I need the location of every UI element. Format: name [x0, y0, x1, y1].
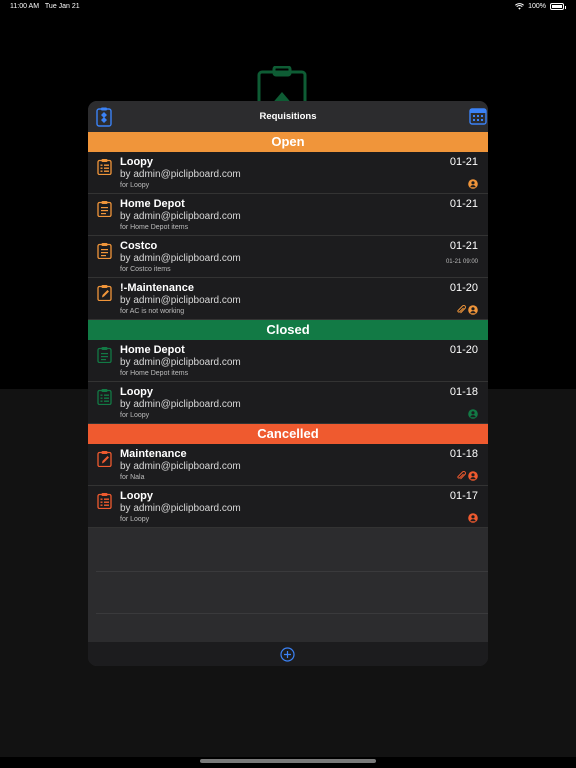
clipboard-icon [97, 243, 112, 259]
requisition-badges [468, 409, 478, 419]
requisition-row[interactable]: Loopy by admin@piclipboard.com for Loopy 01… [88, 382, 488, 424]
requisition-row[interactable]: Loopy by admin@piclipboard.com for Loopy 01… [88, 152, 488, 194]
person-icon [468, 409, 478, 419]
add-requisition-button[interactable] [280, 647, 295, 662]
requisition-author: by admin@piclipboard.com [120, 169, 241, 180]
requisition-author: by admin@piclipboard.com [120, 503, 241, 514]
requisition-author: by admin@piclipboard.com [120, 399, 241, 410]
list-clipboard-icon [97, 493, 112, 509]
calendar-icon[interactable] [469, 107, 487, 125]
requisition-title: !-Maintenance [120, 282, 194, 294]
requisition-author: by admin@piclipboard.com [120, 357, 241, 368]
requisition-row[interactable]: Loopy by admin@piclipboard.com for Loopy 01… [88, 486, 488, 528]
section-header-cancelled: Cancelled [88, 424, 488, 444]
section-header-open: Open [88, 132, 488, 152]
requisition-row[interactable]: !-Maintenance by admin@piclipboard.com for… [88, 278, 488, 320]
requisitions-modal: Requisitions Open Loopy by admin@piclipboa… [88, 101, 488, 666]
empty-list-area [88, 529, 488, 642]
requisition-title: Loopy [120, 386, 153, 398]
separator [96, 613, 488, 614]
requisition-purpose: for Costco items [120, 266, 171, 273]
requisition-purpose: for Home Depot items [120, 370, 189, 377]
edit-clipboard-icon [97, 285, 112, 301]
home-indicator [200, 759, 376, 763]
person-icon [468, 513, 478, 523]
requisition-row[interactable]: Costco by admin@piclipboard.com for Costco… [88, 236, 488, 278]
requisition-date: 01-20 [449, 282, 478, 294]
battery-percent: 100% [528, 3, 546, 10]
separator [96, 571, 488, 572]
requisition-purpose: for Loopy [120, 412, 150, 419]
modal-header: Requisitions [88, 101, 488, 132]
requisition-title: Home Depot [120, 344, 185, 356]
bottom-toolbar [88, 642, 488, 666]
requisition-badges [456, 471, 478, 481]
requisition-author: by admin@piclipboard.com [120, 461, 241, 472]
clipboard-icon [97, 347, 112, 363]
paperclip-icon [457, 471, 466, 480]
app-logo-icon [257, 66, 307, 106]
status-time: 11:00 AM Tue Jan 21 [10, 3, 80, 10]
status-right: 100% [515, 3, 566, 10]
person-icon [468, 471, 478, 481]
section-header-closed: Closed [88, 320, 488, 340]
requisition-purpose: for AC is not working [120, 308, 185, 315]
paperclip-icon [457, 305, 466, 314]
requisition-date: 01-17 [449, 490, 478, 502]
list-clipboard-icon [97, 389, 112, 405]
requisition-date: 01-18 [449, 386, 478, 398]
person-icon [468, 179, 478, 189]
requisition-purpose: for Loopy [120, 516, 150, 523]
requisition-title: Costco [120, 240, 158, 252]
modal-title: Requisitions [259, 111, 317, 122]
requisition-title: Loopy [120, 490, 153, 502]
status-bar: 11:00 AM Tue Jan 21 100% [0, 0, 576, 14]
requisition-list: Open Loopy by admin@piclipboard.com for Loo… [88, 132, 488, 528]
requisition-date: 01-21 [449, 240, 478, 252]
edit-clipboard-icon [97, 451, 112, 467]
requisition-title: Maintenance [120, 448, 187, 460]
wifi-icon [515, 3, 525, 10]
requisition-date: 01-21 [449, 198, 478, 210]
person-icon [468, 305, 478, 315]
requisition-badges [468, 513, 478, 523]
requisition-purpose: for Home Depot items [120, 224, 189, 231]
requisition-row[interactable]: Maintenance by admin@piclipboard.com for N… [88, 444, 488, 486]
clipboard-icon [97, 201, 112, 217]
requisition-row[interactable]: Home Depot by admin@piclipboard.com for Ho… [88, 194, 488, 236]
requisition-row[interactable]: Home Depot by admin@piclipboard.com for Ho… [88, 340, 488, 382]
requisition-due-time: 01-21 09:00 [445, 259, 478, 265]
requisition-title: Loopy [120, 156, 153, 168]
requisition-badges [468, 179, 478, 189]
requisition-purpose: for Loopy [120, 182, 150, 189]
requisition-date: 01-18 [449, 448, 478, 460]
requisition-date: 01-21 [449, 156, 478, 168]
requisition-badges [456, 305, 478, 315]
requisition-author: by admin@piclipboard.com [120, 211, 241, 222]
list-clipboard-icon [97, 159, 112, 175]
requisition-title: Home Depot [120, 198, 185, 210]
battery-icon [550, 3, 566, 10]
requisition-author: by admin@piclipboard.com [120, 295, 241, 306]
requisition-purpose: for Nala [120, 474, 145, 481]
requisition-author: by admin@piclipboard.com [120, 253, 241, 264]
requisition-date: 01-20 [449, 344, 478, 356]
